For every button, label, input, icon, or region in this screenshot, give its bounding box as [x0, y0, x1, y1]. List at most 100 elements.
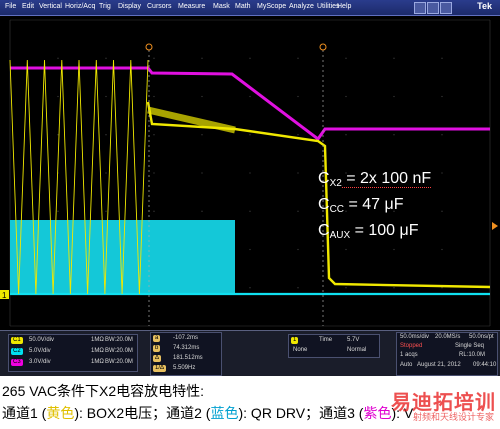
- graticule-dot: [153, 95, 155, 98]
- graticule-dot: [249, 248, 251, 251]
- acq-state: Stopped: [400, 343, 423, 349]
- graticule-dot: [393, 95, 395, 98]
- graticule-dot: [105, 172, 107, 174]
- graticule-dot: [297, 57, 299, 59]
- graticule-dot: [105, 210, 107, 212]
- graticule-dot: [249, 57, 251, 59]
- menu-myscope[interactable]: MyScope: [254, 1, 289, 12]
- graticule-dot: [153, 134, 155, 136]
- trigger-marker[interactable]: [492, 222, 498, 230]
- graticule-dot: [297, 248, 299, 251]
- watermark-sub: 射频和天线设计专家: [412, 412, 494, 422]
- window-buttons: [414, 2, 452, 14]
- readout-panel: C1 50.0V/div 1MΩ BW:20.0M C2 5.0V/div 1M…: [0, 330, 500, 377]
- cursor-delta-chip: Δ: [153, 355, 162, 362]
- ch3-bandwidth: BW:20.0M: [105, 359, 133, 365]
- graticule-dot: [153, 172, 155, 174]
- caption-line2: 通道1 (黄色): BOX2电压；通道2 (蓝色): QR DRV；通道3 (紫…: [2, 405, 414, 421]
- menu-trig[interactable]: Trig: [96, 1, 114, 12]
- cursor-b-chip[interactable]: b: [153, 345, 161, 352]
- acq-seq: Single Seq: [455, 343, 485, 349]
- graticule-dot: [297, 172, 299, 174]
- graticule-dot: [393, 248, 395, 251]
- close-icon[interactable]: [440, 2, 452, 14]
- graticule-dot: [345, 248, 347, 251]
- menu-file[interactable]: File: [2, 1, 19, 12]
- cursor-a-chip[interactable]: a: [153, 335, 161, 342]
- restore-icon[interactable]: [427, 2, 439, 14]
- graticule-dot: [57, 95, 59, 98]
- ch2-chip[interactable]: C2: [11, 348, 23, 355]
- graticule-dot: [393, 57, 395, 59]
- cursor-a-value: -107.2ms: [173, 335, 199, 341]
- menu-math[interactable]: Math: [232, 1, 254, 12]
- graticule-dot: [441, 287, 443, 289]
- cursor-delta-value: 181.512ms: [173, 355, 203, 361]
- ccc-label: CCC = 47 μF: [318, 196, 404, 215]
- graticule-dot: [441, 210, 443, 212]
- ch1-ground-label: 1: [2, 291, 7, 300]
- cursor-readouts: a -107.2ms b 74.312ms Δ 181.512ms 1/Δ 5.…: [150, 332, 222, 376]
- graticule-dot: [249, 210, 251, 212]
- graticule-dot: [153, 210, 155, 212]
- ch3-chip[interactable]: C3: [11, 359, 23, 366]
- menu-display[interactable]: Display: [115, 1, 144, 12]
- graticule-dot: [249, 287, 251, 289]
- cursor-b-marker[interactable]: [319, 43, 327, 51]
- caption-line1: 265 VAC条件下X2电容放电特性:: [2, 383, 205, 399]
- trigger-level: 5.7V: [347, 337, 360, 343]
- graticule-dot: [249, 95, 251, 98]
- record-length: RL:10.0M: [459, 352, 486, 358]
- waveform-display[interactable]: 1 CX2 = 2x 100 nF CCC = 47 μF CAUX = 100…: [0, 16, 500, 330]
- graticule-dot: [57, 134, 59, 136]
- graticule-dot: [441, 95, 443, 98]
- graticule-dot: [249, 134, 251, 136]
- graticule-dot: [297, 134, 299, 136]
- graticule-dot: [249, 172, 251, 174]
- capacitor-annotation: CX2 = 2x 100 nF CCC = 47 μF CAUX = 100 μ…: [318, 168, 432, 246]
- tek-logo: Tek: [477, 1, 492, 11]
- graticule-dot: [57, 210, 59, 212]
- ch1-scale: 50.0V/div: [29, 337, 55, 343]
- sample-rate: 20.0MS/s: [435, 334, 461, 340]
- graticule-dot: [57, 57, 59, 59]
- graticule-dot: [441, 248, 443, 251]
- graticule-dot: [201, 134, 203, 136]
- graticule-dot: [201, 95, 203, 98]
- acq-time: 09:44:10: [473, 362, 497, 368]
- graticule-dot: [105, 95, 107, 98]
- menu-analyze[interactable]: Analyze: [286, 1, 317, 12]
- menu-horiz-acq[interactable]: Horiz/Acq: [62, 1, 98, 12]
- trigger-source-chip: 1: [291, 337, 299, 344]
- minimize-icon[interactable]: [414, 2, 426, 14]
- channel-readouts: C1 50.0V/div 1MΩ BW:20.0M C2 5.0V/div 1M…: [8, 334, 138, 372]
- graticule-dot: [441, 134, 443, 136]
- menu-edit[interactable]: Edit: [19, 1, 37, 12]
- cursor-b-value: 74.312ms: [173, 345, 200, 351]
- menu-cursors[interactable]: Cursors: [144, 1, 175, 12]
- trigger-mode: Normal: [347, 347, 367, 353]
- trigger-coupling: None: [293, 347, 308, 353]
- menu-measure[interactable]: Measure: [175, 1, 208, 12]
- resolution: 50.0ns/pt: [469, 334, 494, 340]
- timebase-readout[interactable]: 50.0ms/div 20.0MS/s 50.0ns/pt Stopped Si…: [396, 332, 498, 376]
- graticule-dot: [153, 57, 155, 59]
- menu-mask[interactable]: Mask: [210, 1, 233, 12]
- ch2-impedance: 1MΩ: [91, 348, 104, 354]
- graticule-dot: [345, 57, 347, 59]
- cursor-a-marker[interactable]: [145, 43, 153, 51]
- graticule-dot: [201, 210, 203, 212]
- graticule-dot: [201, 172, 203, 174]
- menu-vertical[interactable]: Vertical: [36, 1, 65, 12]
- ch3-scale: 3.0V/div: [29, 359, 51, 365]
- trigger-readout[interactable]: 1 Time 5.7V None Normal: [288, 334, 380, 358]
- caux-label: CAUX = 100 μF: [318, 222, 419, 241]
- graticule-dot: [297, 287, 299, 289]
- ch1-chip[interactable]: C1: [11, 337, 23, 344]
- cursor-freq-value: 5.509Hz: [173, 365, 196, 371]
- graticule-dot: [441, 57, 443, 59]
- graticule-dot: [297, 210, 299, 212]
- graticule-dot: [345, 287, 347, 289]
- menu-help[interactable]: Help: [334, 1, 354, 12]
- acq-count: 1 acqs: [400, 352, 418, 358]
